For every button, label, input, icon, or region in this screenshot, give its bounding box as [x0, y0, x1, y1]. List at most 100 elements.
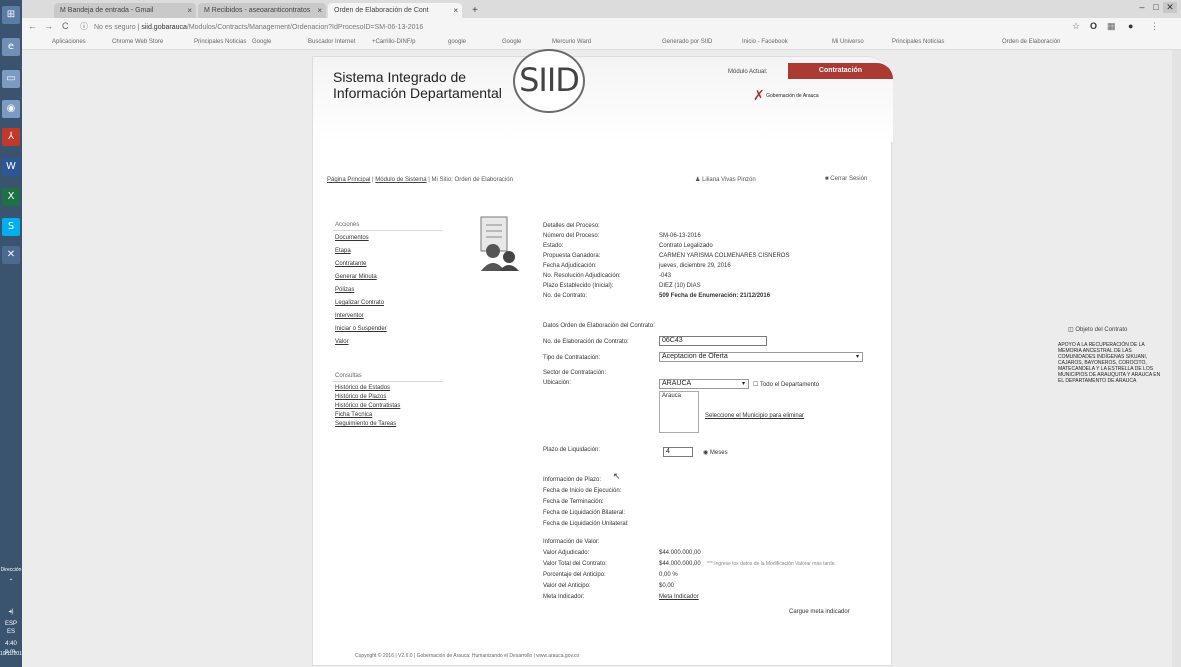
tab-gmail[interactable]: M Bandeja de entrada - Gmail ×	[54, 3, 196, 18]
bookmark-item[interactable]: Mercurio Ward	[552, 39, 591, 45]
info-icon[interactable]: ⓘ	[80, 21, 88, 32]
menu-item-hist-contratistas[interactable]: Histórico de Contratistas	[335, 403, 400, 409]
reload-icon[interactable]: C	[62, 21, 69, 31]
tab-contratacion[interactable]: Contratación	[788, 63, 893, 79]
close-tab-icon[interactable]: ×	[453, 3, 458, 18]
document-user-icon	[480, 216, 519, 271]
close-tab-icon[interactable]: ×	[317, 3, 322, 18]
bookmark-item[interactable]: Generado por SIID	[662, 39, 712, 45]
new-tab-button[interactable]: +	[466, 3, 482, 18]
menu-item-documentos[interactable]: Documentos	[335, 235, 369, 241]
gobernacion-mark-icon: ✗	[753, 87, 765, 103]
menu-item-hist-estados[interactable]: Histórico de Estados	[335, 385, 390, 391]
municipio-option[interactable]: Arauca	[662, 393, 681, 399]
menu-item-etapa[interactable]: Etapa	[335, 248, 351, 254]
objeto-text: APOYO A LA RECUPERACIÓN DE LA MEMORIA AN…	[1058, 342, 1161, 384]
system-title-line2: Información Departamental	[333, 85, 502, 101]
breadcrumb-module[interactable]: Módulo de Sistema	[375, 177, 426, 183]
menu-item-interventor[interactable]: Interventor	[335, 313, 364, 319]
extension-icon[interactable]: O	[1090, 21, 1097, 31]
url-field[interactable]: No es seguro | siid.gobarauca/Modulos/Co…	[94, 21, 974, 34]
detalles-heading: Detalles del Proceso:	[543, 223, 600, 229]
todo-departamento-checkbox[interactable]: ☐ Todo el Departamento	[753, 381, 819, 388]
bookmark-item[interactable]: Principales Noticias	[892, 39, 944, 45]
window-controls: – □ ✕	[1135, 2, 1177, 14]
gobernacion-logo: ✗ Gobernación de Arauca	[753, 87, 819, 104]
valor-value: $0,00	[659, 583, 675, 589]
bookmark-item[interactable]: Google	[252, 39, 271, 45]
menu-item-generar-minuta[interactable]: Generar Minuta	[335, 274, 377, 280]
menu-item-hist-plazos[interactable]: Histórico de Plazos	[335, 394, 386, 400]
menu-item-ficha-tecnica[interactable]: Ficha Técnica	[335, 412, 372, 418]
menu-icon[interactable]: ⋮	[1150, 21, 1159, 32]
no-elaboracion-input[interactable]: 06C43	[659, 336, 767, 346]
menu-item-iniciar[interactable]: Iniciar o Suspender	[335, 326, 387, 332]
bookmark-item[interactable]: Mi Universo	[832, 39, 864, 45]
no-elaboracion-label: No. de Elaboración de Contrato:	[543, 339, 629, 345]
detail-label: No. Resolución Adjudicación:	[543, 273, 621, 279]
menu-item-legalizar[interactable]: Legalizar Contrato	[335, 300, 384, 306]
tipo-contratacion-select[interactable]: Aceptacion de Oferta ▾	[659, 352, 863, 362]
eliminar-municipio-link[interactable]: Seleccione el Municipio para eliminar	[705, 413, 804, 419]
back-icon[interactable]: ←	[28, 21, 37, 31]
detail-value: Contrato Legalizado	[659, 243, 713, 249]
valor-value: 0,00 %	[659, 572, 678, 578]
bookmark-item[interactable]: google	[448, 39, 466, 45]
star-icon[interactable]: ☆	[1072, 21, 1080, 32]
bookmark-item[interactable]: Orden de Elaboración	[1002, 39, 1060, 45]
forward-icon[interactable]: →	[44, 21, 53, 31]
breadcrumb-home[interactable]: Página Principal	[327, 177, 370, 183]
menu-item-valor[interactable]: Valor	[335, 339, 349, 345]
bookmark-item[interactable]: Chrome Web Store	[112, 39, 163, 45]
meta-indicador-link[interactable]: Meta Indicador	[659, 594, 699, 600]
tray-lang[interactable]: ESP	[0, 620, 22, 628]
chrome-icon[interactable]: ◉	[2, 100, 20, 118]
logout-link[interactable]: ■ Cerrar Sesión	[825, 176, 867, 182]
app-icon[interactable]: ✕	[2, 246, 20, 264]
detail-label: Fecha Adjudicación:	[543, 263, 597, 269]
menu-item-seguimiento[interactable]: Seguimiento de Tareas	[335, 421, 396, 427]
radio-icon[interactable]: ◉	[703, 450, 708, 456]
folder-icon[interactable]: ▭	[2, 70, 20, 88]
tray-arrow-icon[interactable]: ⌃	[0, 578, 22, 586]
scrollbar[interactable]	[1172, 50, 1181, 667]
logout-icon: ■	[825, 176, 829, 182]
excel-icon[interactable]: X	[2, 188, 20, 206]
extension-icon-3[interactable]: ●	[1128, 21, 1133, 31]
footer: Copyright © 2016 | V2.6.0 | Gobernación …	[355, 653, 580, 659]
plazo-liquidacion-input[interactable]: 4	[663, 447, 693, 457]
ie-icon[interactable]: e	[2, 38, 20, 56]
ubicacion-select[interactable]: ARAUCA ▾	[659, 379, 749, 389]
cargar-meta-link[interactable]: Cargue meta indicador	[789, 609, 850, 615]
close-icon[interactable]: ✕	[1163, 2, 1177, 13]
bookmark-item[interactable]: +Carrillo-DINF/p	[372, 39, 416, 45]
siid-logo: SIID	[513, 49, 585, 113]
windows-start-icon[interactable]: ⊞	[2, 6, 20, 24]
word-icon[interactable]: W	[2, 158, 20, 176]
maximize-icon[interactable]: □	[1149, 2, 1163, 12]
municipio-listbox[interactable]: Arauca	[659, 391, 699, 433]
minimize-icon[interactable]: –	[1135, 2, 1149, 12]
close-tab-icon[interactable]: ×	[187, 3, 192, 18]
menu-item-contratante[interactable]: Contratante	[335, 261, 366, 267]
bookmark-item[interactable]: Inicio - Facebook	[742, 39, 788, 45]
volume-icon[interactable]: ◂)	[0, 608, 22, 616]
tray-date[interactable]: 10/11/2017	[0, 650, 25, 658]
menu-item-polizas[interactable]: Pólizas	[335, 287, 354, 293]
breadcrumb: Página Principal | Módulo de Sistema | M…	[327, 177, 513, 183]
bookmark-item[interactable]: Aplicaciones	[52, 39, 86, 45]
bookmark-item[interactable]: Buscador Internet	[308, 39, 355, 45]
checkbox-icon[interactable]: ☐	[753, 382, 758, 388]
acrobat-icon[interactable]: ⅄	[2, 128, 20, 146]
bookmark-item[interactable]: Principales Noticias	[194, 39, 246, 45]
divider	[333, 230, 443, 231]
tab-recibidos[interactable]: M Recibidos - aseoaranticontratos ×	[198, 3, 326, 18]
detail-value: CARMEN YARISMA COLMENARES CISNEROS	[659, 253, 790, 259]
valor-label: Valor Total del Contrato:	[543, 561, 607, 567]
tab-orden[interactable]: Orden de Elaboración de Cont ×	[328, 3, 462, 18]
meses-radio[interactable]: ◉ Meses	[703, 449, 728, 456]
extension-icon-2[interactable]: ▦	[1107, 21, 1116, 32]
skype-icon[interactable]: S	[2, 218, 20, 236]
bookmark-item[interactable]: Google	[502, 39, 521, 45]
bookmarks-bar: Aplicaciones Chrome Web Store Principale…	[22, 36, 1181, 50]
